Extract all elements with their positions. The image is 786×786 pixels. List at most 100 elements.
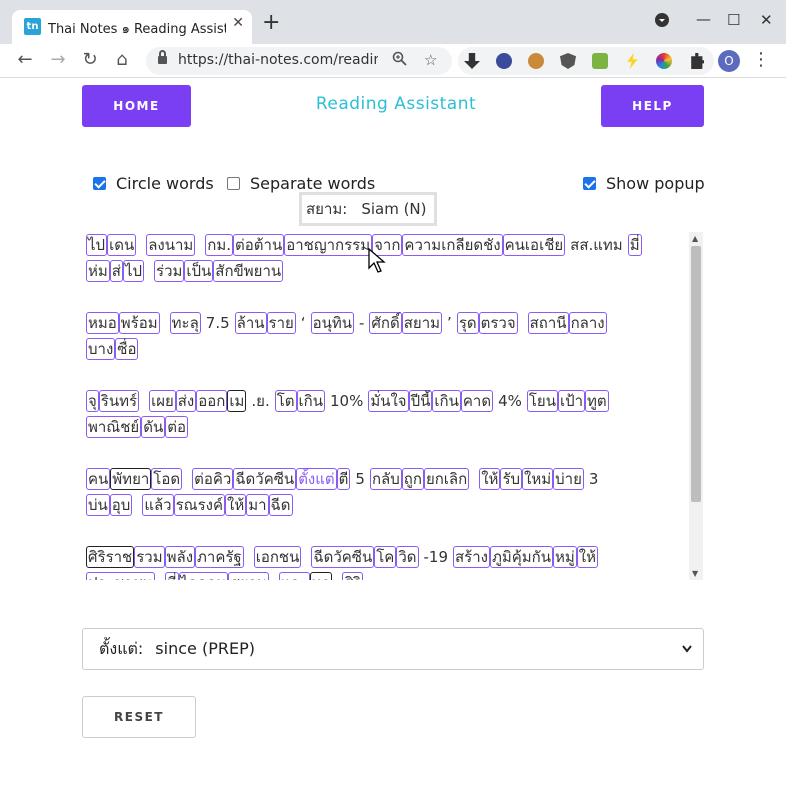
thai-word[interactable]: อาชญากรรม bbox=[284, 234, 373, 256]
thai-word[interactable]: ห่ม bbox=[86, 260, 110, 282]
thai-word[interactable]: พลัง bbox=[164, 546, 196, 568]
thai-word[interactable]: ปีนี้ bbox=[408, 390, 433, 412]
thai-word[interactable]: ศิริราช bbox=[86, 546, 135, 568]
thai-word[interactable]: สยาม bbox=[401, 312, 443, 334]
url-text[interactable]: https://thai-notes.com/readin... bbox=[178, 52, 378, 68]
reader-scrollbar[interactable]: ▲ ▼ bbox=[689, 232, 703, 580]
extension-icon[interactable] bbox=[496, 53, 512, 69]
window-close-icon[interactable]: ✕ bbox=[760, 11, 773, 29]
thai-word[interactable]: มา bbox=[246, 494, 269, 516]
thai-word[interactable]: วิด bbox=[396, 546, 419, 568]
thai-word[interactable]: ตั้งแต่ bbox=[296, 468, 337, 490]
thai-word[interactable]: ตี bbox=[336, 468, 351, 490]
cookie-icon[interactable] bbox=[528, 53, 544, 69]
option-show-popup[interactable]: Show popup bbox=[583, 174, 705, 193]
thai-word[interactable]: ซื่อ bbox=[115, 338, 139, 360]
thai-word[interactable]: ไป bbox=[86, 234, 108, 256]
thai-word[interactable]: ที่ bbox=[164, 572, 179, 580]
thai-word[interactable]: พาณิชย์ bbox=[86, 416, 142, 438]
thai-word[interactable]: ดัน bbox=[141, 416, 166, 438]
thai-word[interactable]: กลาง bbox=[568, 312, 607, 334]
thai-word[interactable]: ทูต bbox=[585, 390, 609, 412]
thai-word[interactable]: ถูก bbox=[401, 468, 424, 490]
maximize-icon[interactable]: ☐ bbox=[727, 11, 740, 29]
tab-search-icon[interactable] bbox=[654, 12, 670, 32]
thai-word[interactable]: ให้ bbox=[576, 546, 599, 568]
thai-word[interactable]: สยาม bbox=[228, 572, 269, 580]
thai-word[interactable]: อนุทิน bbox=[310, 312, 354, 334]
thai-word[interactable]: พร้อม bbox=[118, 312, 160, 334]
thai-word[interactable]: รินทร์ bbox=[98, 390, 140, 412]
thai-word[interactable]: รวม bbox=[134, 546, 165, 568]
thai-word[interactable]: เอกชน bbox=[253, 546, 302, 568]
option-circle-words[interactable]: Circle words bbox=[93, 174, 214, 193]
bookmark-star-icon[interactable]: ☆ bbox=[424, 51, 437, 69]
thai-word[interactable]: คนเอเชีย bbox=[502, 234, 566, 256]
thai-word[interactable]: และ bbox=[278, 572, 310, 580]
tab-close-icon[interactable]: ✕ bbox=[232, 15, 244, 31]
thai-word[interactable]: ศิริ bbox=[341, 572, 364, 580]
thai-word[interactable]: ศักดิ์ bbox=[369, 312, 402, 334]
js-icon[interactable] bbox=[592, 53, 608, 69]
thai-word[interactable]: เผย bbox=[149, 390, 176, 412]
thai-word[interactable]: ยกเลิก bbox=[423, 468, 470, 490]
thai-word[interactable]: ตรวจ bbox=[478, 312, 518, 334]
thai-word[interactable]: สถานี bbox=[527, 312, 569, 334]
ublock-icon[interactable] bbox=[560, 53, 576, 69]
thai-word[interactable]: คาด bbox=[460, 390, 494, 412]
thai-word[interactable]: เป็น bbox=[184, 260, 214, 282]
color-wheel-icon[interactable] bbox=[656, 53, 672, 69]
lightning-icon[interactable] bbox=[627, 53, 638, 69]
thai-word[interactable]: โยน bbox=[526, 390, 558, 412]
home-button[interactable]: HOME bbox=[82, 85, 191, 127]
thai-word[interactable]: อุบ bbox=[109, 494, 133, 516]
separate-words-checkbox[interactable] bbox=[227, 177, 240, 190]
thai-word[interactable]: เกิน bbox=[432, 390, 461, 412]
thai-word[interactable]: บ่าย bbox=[553, 468, 584, 490]
thai-word[interactable]: ฉีดวัคซีน bbox=[233, 468, 297, 490]
thai-word[interactable]: ทร bbox=[309, 572, 332, 580]
thai-word[interactable]: ให้ bbox=[225, 494, 247, 516]
thai-word[interactable]: ราย bbox=[266, 312, 296, 334]
scroll-up-icon[interactable]: ▲ bbox=[692, 234, 698, 243]
thai-word[interactable]: ส่ bbox=[109, 260, 123, 282]
thai-word[interactable]: ฉีดวัคซีน bbox=[311, 546, 375, 568]
scroll-down-icon[interactable]: ▼ bbox=[692, 569, 698, 578]
thai-word[interactable]: ออก bbox=[196, 390, 228, 412]
new-tab-icon[interactable]: + bbox=[262, 12, 280, 34]
definition-select[interactable]: ตั้งแต่: since (PREP) bbox=[82, 628, 704, 670]
thai-word[interactable]: ร่วม bbox=[154, 260, 185, 282]
thai-word[interactable]: รุด bbox=[456, 312, 479, 334]
browser-tab[interactable]: tn Thai Notes ๑ Reading Assistant ✕ bbox=[12, 10, 252, 44]
thai-word[interactable]: ภาครัฐ bbox=[195, 546, 244, 568]
thai-word[interactable]: กม. bbox=[205, 234, 234, 256]
forward-icon[interactable]: → bbox=[47, 49, 69, 70]
option-separate-words[interactable]: Separate words bbox=[227, 174, 375, 193]
thai-word[interactable]: ส่ง bbox=[175, 390, 197, 412]
reset-button[interactable]: RESET bbox=[82, 696, 196, 738]
zoom-icon[interactable] bbox=[392, 51, 407, 70]
thai-word[interactable]: มี่ bbox=[627, 234, 642, 256]
puzzle-icon[interactable] bbox=[691, 53, 704, 69]
thai-word[interactable]: ต่อ bbox=[165, 416, 188, 438]
thai-word[interactable]: ต่อคิว bbox=[192, 468, 234, 490]
thai-word[interactable]: หมอ bbox=[86, 312, 119, 334]
minimize-icon[interactable]: — bbox=[696, 10, 711, 28]
show-popup-checkbox[interactable] bbox=[583, 177, 596, 190]
thai-word[interactable]: เกิน bbox=[296, 390, 325, 412]
thai-word[interactable]: ให้ bbox=[479, 468, 501, 490]
thai-word[interactable]: สักขีพยาน bbox=[213, 260, 284, 282]
thai-word[interactable]: รับ bbox=[500, 468, 523, 490]
thai-word[interactable]: โอด bbox=[151, 468, 183, 490]
thai-word[interactable]: ใหม่ bbox=[522, 468, 554, 490]
thai-word[interactable]: เป้า bbox=[557, 390, 586, 412]
download-icon[interactable] bbox=[464, 53, 480, 69]
browser-menu-icon[interactable]: ⋮ bbox=[752, 49, 770, 70]
thai-word[interactable]: รณรงค์ bbox=[173, 494, 225, 516]
thai-word[interactable]: ไอคอน bbox=[178, 572, 229, 580]
thai-word[interactable]: มั่นใจ bbox=[368, 390, 409, 412]
thai-word[interactable]: ภูมิคุ้มกัน bbox=[489, 546, 554, 568]
home-icon[interactable]: ⌂ bbox=[111, 49, 133, 70]
thai-word[interactable]: ฉีด bbox=[268, 494, 293, 516]
thai-word[interactable]: แล้ว bbox=[142, 494, 174, 516]
